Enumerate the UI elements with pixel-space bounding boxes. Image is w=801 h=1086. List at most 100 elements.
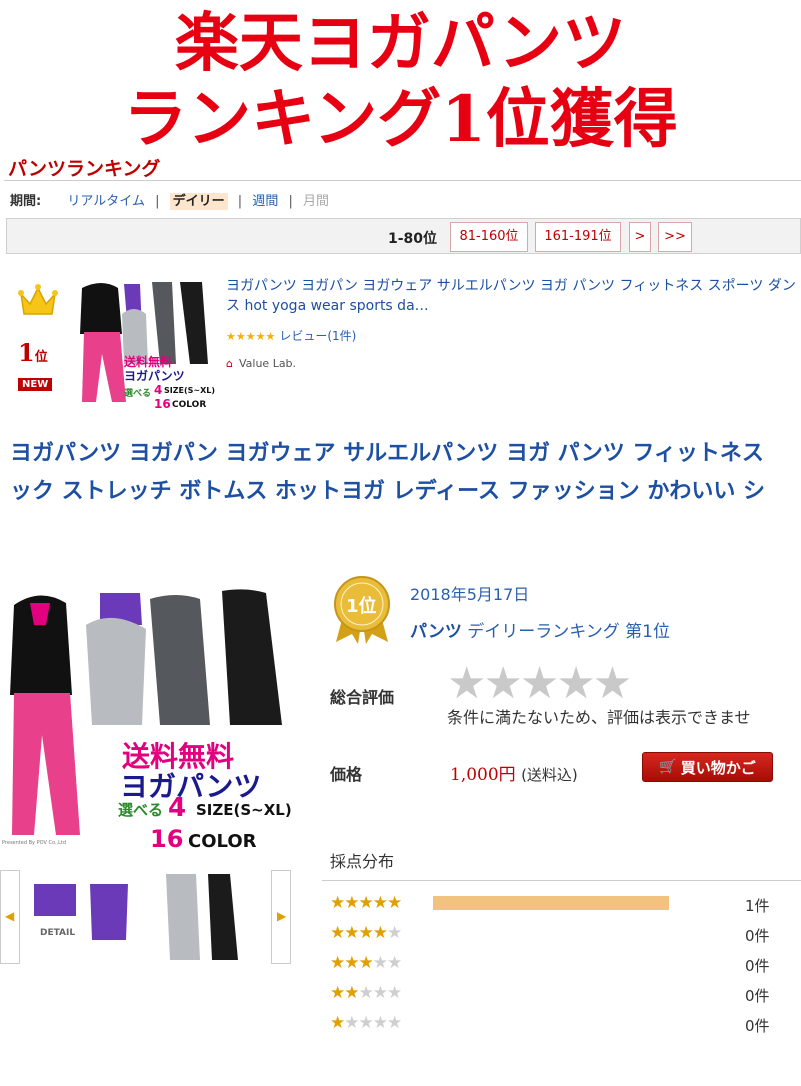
star-icon: ★ [344,953,359,973]
promo-headline-line2: ランキング1位獲得 [123,82,678,157]
distribution-divider [322,880,801,881]
main-text-choose: 選べる [118,801,164,819]
star-icon: ★ [344,923,359,943]
star-icon: ★ [358,953,374,973]
distribution-row-4[interactable]: ★★★★★ 0件 [330,923,800,945]
page-81-160-button[interactable]: 81-160位 [450,222,528,252]
distribution-count: 1件 [745,897,770,915]
star-icon: ★ [387,983,402,1003]
main-text-credit: Presented By POV Co.,Ltd [2,840,67,846]
thumbnail-next-button[interactable]: ▶ [271,870,291,964]
main-text-size: SIZE(S~XL) [196,801,292,819]
star-icon: ★ [372,1013,388,1033]
star-icon: ★ [358,923,374,943]
overall-rating-stars: ★★★★★ [447,658,632,709]
review-stars: ★★★★★ [226,330,276,343]
distribution-bar [433,896,669,910]
thumbnail-gray-pants[interactable] [160,870,270,964]
star-icon: ★ [372,893,388,913]
distribution-count: 0件 [745,1017,770,1035]
period-realtime-link[interactable]: リアルタイム [67,194,145,209]
rating-note: 条件に満たないため、評価は表示できませ [447,708,751,727]
distribution-row-1[interactable]: ★★★★★ 0件 [330,1013,800,1035]
thumb-text-4: 4 [154,383,163,397]
overall-rating-label: 総合評価 [330,688,395,707]
ranked-item-thumbnail[interactable]: 送料無料 ヨガパンツ 選べる 4 SIZE(S~XL) 16 COLOR [74,274,220,420]
cart-button-label: 買い物かご [680,758,756,777]
distribution-row-3[interactable]: ★★★★★ 0件 [330,953,800,975]
category-link[interactable]: パンツ [410,622,462,642]
distribution-row-2[interactable]: ★★★★★ 0件 [330,983,800,1005]
star-icon: ★ [358,893,374,913]
arrow-left-icon: ◀ [5,909,15,923]
star-icon: ★ [372,923,388,943]
main-text-color: COLOR [188,831,257,852]
next-page-button[interactable]: > [629,222,651,252]
thumb-text-choose: 選べる [124,389,152,399]
product-title-line1: ヨガパンツ ヨガパン ヨガウェア サルエルパンツ ヨガ パンツ フィットネス [10,441,764,466]
product-main-image[interactable]: 送料無料 ヨガパンツ 選べる 4 SIZE(S~XL) 16 COLOR Pre… [0,585,300,857]
star-icon: ★ [330,953,345,973]
thumbnail-prev-button[interactable]: ◀ [0,870,20,964]
star-icon: ★ [330,1013,345,1033]
ranked-item-title-link[interactable]: ヨガパンツ ヨガパン ヨガウェア サルエルパンツ ヨガ パンツ フィットネス ス… [226,276,796,316]
thumb-text-color: COLOR [172,400,207,410]
period-separator: | [237,194,243,209]
period-weekly-link[interactable]: 週間 [252,194,278,209]
thumb-text-yoga-pants: ヨガパンツ [124,369,185,383]
ranking-title: パンツランキング [8,158,161,180]
distribution-row-5[interactable]: ★★★★★ 1件 [330,893,800,915]
star-icon: ★ [387,953,402,973]
ranked-item-review: ★★★★★ レビュー(1件) [226,327,356,344]
crown-icon [18,280,58,324]
last-page-button[interactable]: >> [658,222,692,252]
period-monthly-disabled: 月間 [303,194,330,209]
promo-headline-line1: 楽天ヨガパンツ [174,6,627,81]
arrow-right-icon: ▶ [277,909,287,923]
medal-label: 1位 [346,596,377,617]
star-icon: ★ [358,983,374,1003]
thumb-text-size: SIZE(S~XL) [164,386,216,395]
period-daily-selected: デイリー [169,193,228,210]
period-separator: | [155,194,160,209]
distribution-stars: ★★★★★ [330,1013,402,1033]
star-icon: ★ [344,893,359,913]
rank-value: 1 [18,338,35,367]
period-separator: | [288,194,293,209]
star-icon: ★ [330,983,345,1003]
distribution-title: 採点分布 [330,852,395,871]
period-selector: 期間: リアルタイム | デイリー | 週間 | 月間 [10,190,335,210]
star-icon: ★ [358,1013,374,1033]
cart-icon: 🛒 [659,759,677,775]
star-icon: ★ [387,1013,402,1033]
product-title-line2: ック ストレッチ ボトムス ホットヨガ レディース ファッション かわいい シ [10,479,765,504]
star-icon: ★ [387,923,402,943]
distribution-stars: ★★★★★ [330,893,402,913]
shop-name-link[interactable]: Value Lab. [239,357,296,370]
rank-number: 1位 [18,338,48,367]
price-display: 1,000円 (送料込) [450,760,578,785]
ranking-position-link[interactable]: デイリーランキング 第1位 [467,622,670,642]
distribution-count: 0件 [745,987,770,1005]
thumb-text-free-shipping: 送料無料 [124,355,173,369]
distribution-stars: ★★★★★ [330,983,402,1003]
detail-label: DETAIL [40,928,76,938]
price-value: 1,000円 [450,765,516,785]
add-to-cart-button[interactable]: 🛒 買い物かご [642,752,773,782]
ranking-category: パンツ デイリーランキング 第1位 [410,617,670,642]
distribution-stars: ★★★★★ [330,953,402,973]
star-icon: ★ [372,983,388,1003]
main-text-4: 4 [168,793,187,823]
star-icon: ★ [372,953,388,973]
shipping-note: (送料込) [521,766,578,784]
thumbnail-detail[interactable]: DETAIL [30,870,130,964]
new-badge: NEW [18,378,53,391]
page-161-191-button[interactable]: 161-191位 [535,222,621,252]
period-label: 期間: [10,194,42,209]
distribution-count: 0件 [745,927,770,945]
distribution-count: 0件 [745,957,770,975]
review-count-link[interactable]: レビュー(1件) [279,329,356,343]
star-icon: ★ [330,923,345,943]
ranking-divider [4,180,801,181]
ranking-date: 2018年5月17日 [410,585,530,604]
